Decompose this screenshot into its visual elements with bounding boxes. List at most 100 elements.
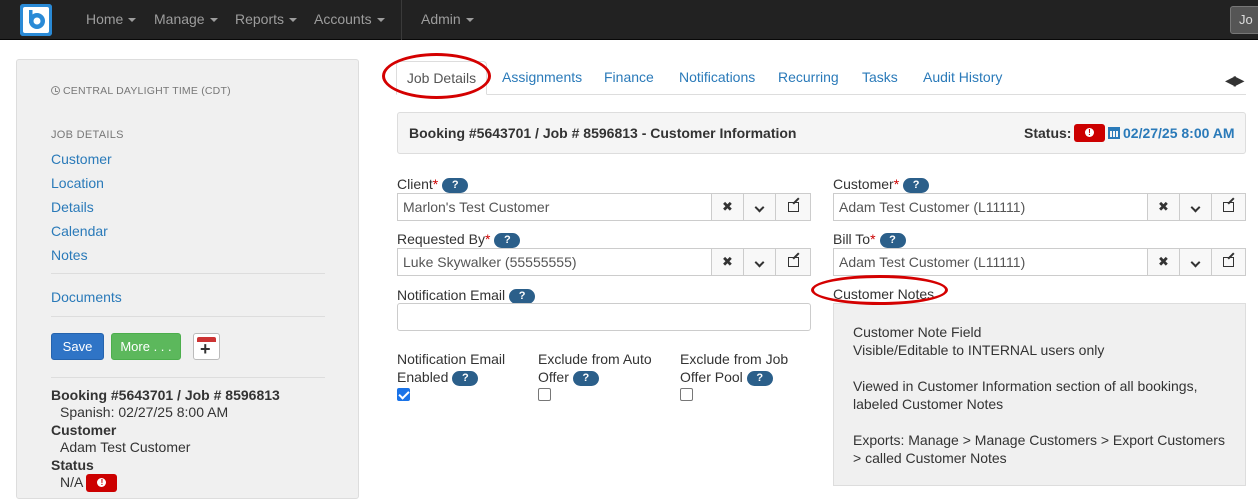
divider <box>51 377 325 378</box>
client-field[interactable]: Marlon's Test Customer <box>397 193 712 221</box>
help-icon[interactable]: ? <box>442 178 469 193</box>
caret-down-icon <box>376 18 385 23</box>
help-icon[interactable]: ? <box>746 371 773 386</box>
timezone-label: CENTRAL DAYLIGHT TIME (CDT) <box>51 85 231 97</box>
status-date: 02/27/25 8:00 AM <box>1123 125 1235 141</box>
notes-line-2: Visible/Editable to INTERNAL users only <box>853 342 1105 358</box>
more-button[interactable]: More . . . <box>111 333 181 360</box>
exclude-job-pool-line1: Exclude from Job <box>680 351 789 367</box>
exclude-auto-offer-line1: Exclude from Auto <box>538 351 652 367</box>
customer-field[interactable]: Adam Test Customer (L11111) <box>833 193 1148 221</box>
nav-accounts-label: Accounts <box>314 11 372 27</box>
required-mark: * <box>484 231 491 247</box>
nav-reports-label: Reports <box>235 11 285 27</box>
tab-audit-history[interactable]: Audit History <box>923 69 1002 85</box>
edit-client-button[interactable] <box>775 193 811 221</box>
plus-icon: + <box>200 339 211 359</box>
tab-assignments[interactable]: Assignments <box>502 69 582 85</box>
nav-home[interactable]: Home <box>86 0 137 40</box>
status-date-link[interactable]: 02/27/25 8:00 AM <box>1108 125 1235 141</box>
sidebar-link-details[interactable]: Details <box>51 199 94 215</box>
requested-by-dropdown-button[interactable] <box>743 248 776 276</box>
notification-email-field[interactable] <box>397 303 811 331</box>
notes-line-1: Customer Note Field <box>853 324 982 340</box>
tab-finance[interactable]: Finance <box>604 69 654 85</box>
customer-label-text: Customer <box>833 176 894 192</box>
chevron-down-icon <box>1190 257 1201 268</box>
notes-line-4: Exports: Manage > Manage Customers > Exp… <box>853 432 1225 466</box>
divider <box>51 273 325 274</box>
summary-status-label: Status <box>51 457 94 473</box>
edit-icon <box>1223 257 1234 267</box>
summary-booking: Booking #5643701 / Job # 8596813 <box>51 387 280 403</box>
nav-reports[interactable]: Reports <box>235 0 298 40</box>
tab-job-details[interactable]: Job Details <box>396 61 487 95</box>
edit-customer-button[interactable] <box>1211 193 1246 221</box>
help-icon[interactable]: ? <box>494 233 521 248</box>
caret-down-icon <box>128 18 137 23</box>
navbar-right-button[interactable]: Jo <box>1230 6 1258 34</box>
bill-to-field[interactable]: Adam Test Customer (L11111) <box>833 248 1148 276</box>
notif-enabled-label-line2: Enabled <box>397 369 449 385</box>
skip-arrows-icon[interactable]: ◀▶ <box>1225 72 1244 89</box>
clear-bill-to-button[interactable]: ✖ <box>1147 248 1180 276</box>
edit-requested-by-button[interactable] <box>775 248 811 276</box>
tab-notifications[interactable]: Notifications <box>679 69 755 85</box>
help-icon[interactable]: ? <box>879 233 906 248</box>
exclude-auto-offer-checkbox[interactable] <box>538 388 551 401</box>
caret-down-icon <box>289 18 298 23</box>
exclude-job-pool-line2: Offer Pool <box>680 369 743 385</box>
sidebar-link-calendar[interactable]: Calendar <box>51 223 108 239</box>
customer-notes-box[interactable]: Customer Note Field Visible/Editable to I… <box>833 303 1246 486</box>
client-label-text: Client <box>397 176 433 192</box>
customer-notes-label: Customer Notes <box>833 286 935 302</box>
notif-enabled-checkbox[interactable] <box>397 388 410 401</box>
exclude-job-pool-checkbox[interactable] <box>680 388 693 401</box>
sidebar: CENTRAL DAYLIGHT TIME (CDT) JOB DETAILS … <box>16 59 359 499</box>
alert-icon: ! <box>97 478 107 488</box>
edit-bill-to-button[interactable] <box>1211 248 1246 276</box>
clear-customer-button[interactable]: ✖ <box>1147 193 1180 221</box>
customer-info-header: Booking #5643701 / Job # 8596813 - Custo… <box>397 112 1246 154</box>
sidebar-link-documents[interactable]: Documents <box>51 289 122 305</box>
app-logo-icon[interactable] <box>20 4 52 36</box>
help-icon[interactable]: ? <box>903 178 930 193</box>
panel-title: Booking #5643701 / Job # 8596813 - Custo… <box>409 125 797 141</box>
sidebar-heading: JOB DETAILS <box>51 129 124 141</box>
notes-line-3: Viewed in Customer Information section o… <box>853 378 1198 412</box>
help-icon[interactable]: ? <box>572 371 599 386</box>
nav-manage[interactable]: Manage <box>154 0 218 40</box>
top-navbar: Home Manage Reports Accounts Admin Jo <box>0 0 1258 40</box>
nav-admin[interactable]: Admin <box>421 0 474 40</box>
help-icon[interactable]: ? <box>509 289 536 304</box>
sidebar-link-location[interactable]: Location <box>51 175 104 191</box>
add-calendar-button[interactable]: + <box>193 333 220 360</box>
customer-dropdown-button[interactable] <box>1179 193 1212 221</box>
nav-admin-label: Admin <box>421 11 461 27</box>
requested-by-field[interactable]: Luke Skywalker (55555555) <box>397 248 712 276</box>
tab-recurring[interactable]: Recurring <box>778 69 839 85</box>
summary-customer-label: Customer <box>51 422 117 438</box>
nav-accounts[interactable]: Accounts <box>314 0 385 40</box>
chevron-down-icon <box>754 257 765 268</box>
notif-enabled-label: Notification Email Enabled? <box>397 350 505 386</box>
client-dropdown-button[interactable] <box>743 193 776 221</box>
edit-icon <box>787 257 799 267</box>
exclude-job-pool-label: Exclude from Job Offer Pool? <box>680 350 788 386</box>
clear-client-button[interactable]: ✖ <box>711 193 744 221</box>
nav-manage-label: Manage <box>154 11 205 27</box>
sidebar-link-notes[interactable]: Notes <box>51 247 88 263</box>
notification-email-label-text: Notification Email <box>397 287 506 303</box>
clear-requested-by-button[interactable]: ✖ <box>711 248 744 276</box>
notif-enabled-label-line1: Notification Email <box>397 351 506 367</box>
required-mark: * <box>870 231 876 247</box>
caret-down-icon <box>209 18 218 23</box>
save-button[interactable]: Save <box>51 333 104 360</box>
edit-icon <box>1223 202 1234 212</box>
bill-to-dropdown-button[interactable] <box>1179 248 1212 276</box>
status-badge[interactable]: ! <box>1074 124 1105 142</box>
tab-tasks[interactable]: Tasks <box>862 69 898 85</box>
sidebar-link-customer[interactable]: Customer <box>51 151 112 167</box>
help-icon[interactable]: ? <box>452 371 479 386</box>
summary-status: N/A ! <box>60 474 118 493</box>
